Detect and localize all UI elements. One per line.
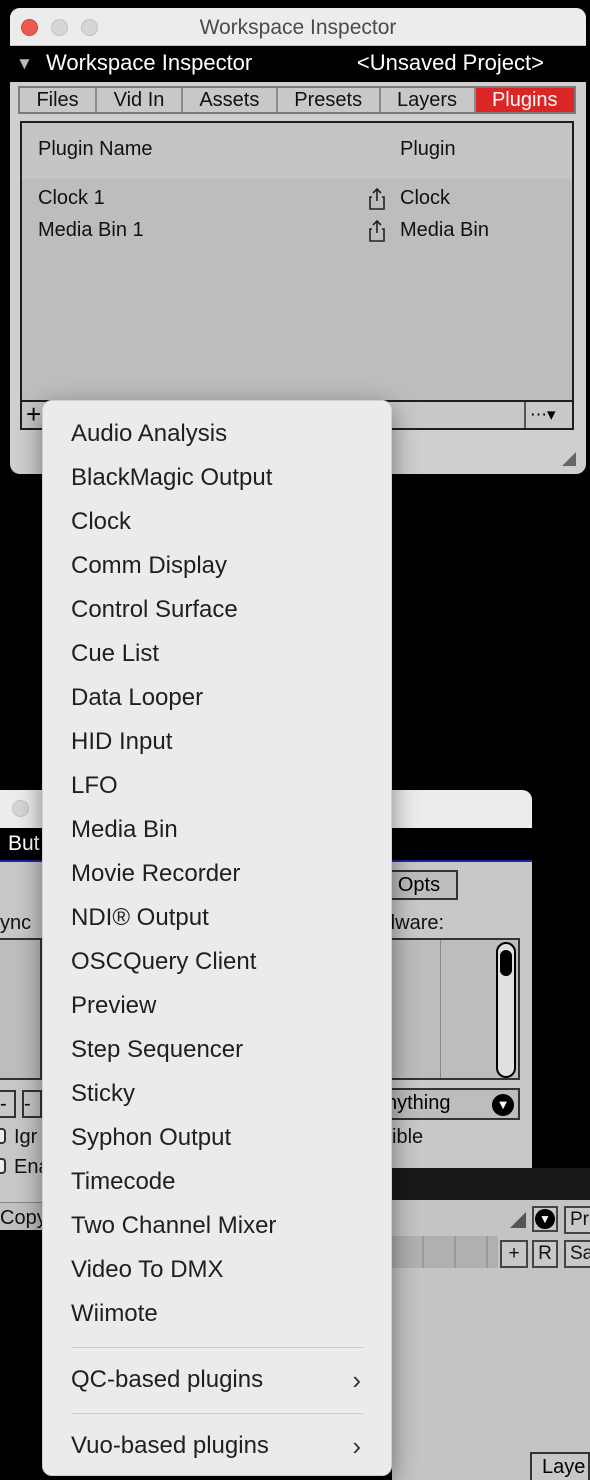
hardware-list[interactable]: [380, 938, 520, 1080]
inspector-title: Workspace Inspector: [46, 50, 253, 75]
table-header: Plugin Name Plugin: [22, 123, 572, 179]
plugin-rows: Clock 1 Clock Media Bin 1 Media Bin: [22, 179, 572, 247]
menu-item-preview[interactable]: Preview: [43, 984, 391, 1028]
table-row[interactable]: Media Bin 1 Media Bin: [22, 215, 572, 247]
resize-grip-icon[interactable]: [562, 452, 576, 466]
bottom-cells: [392, 1236, 498, 1268]
ignore-checkbox[interactable]: [0, 1128, 6, 1144]
ignore-label: Igr: [14, 1126, 38, 1148]
menu-item-hid-input[interactable]: HID Input: [43, 720, 391, 764]
bottom-right-window: [392, 1168, 590, 1480]
menu-item-sticky[interactable]: Sticky: [43, 1072, 391, 1116]
menu-item-ndi-output[interactable]: NDI® Output: [43, 896, 391, 940]
chevron-right-icon: ›: [352, 1431, 361, 1461]
menu-item-movie-recorder[interactable]: Movie Recorder: [43, 852, 391, 896]
bottom-dropdown[interactable]: ▼: [532, 1206, 558, 1232]
copy-button[interactable]: Copy: [0, 1207, 47, 1230]
hardware-label: dware:: [384, 912, 445, 934]
tab-assets[interactable]: Assets: [183, 88, 278, 112]
menu-separator: [71, 1347, 363, 1348]
disclosure-triangle-icon[interactable]: ▼: [16, 54, 33, 74]
menu-separator: [71, 1413, 363, 1414]
menu-item-wiimote[interactable]: Wiimote: [43, 1292, 391, 1336]
hardware-list-divider: [440, 940, 441, 1078]
menu-item-step-sequencer[interactable]: Step Sequencer: [43, 1028, 391, 1072]
pr-button[interactable]: Pr: [564, 1206, 590, 1234]
menu-item-two-channel-mixer[interactable]: Two Channel Mixer: [43, 1204, 391, 1248]
window-titlebar: Workspace Inspector: [10, 8, 586, 46]
sync-list[interactable]: [0, 938, 42, 1080]
back-window-title: But: [8, 832, 40, 855]
menu-item-clock[interactable]: Clock: [43, 500, 391, 544]
menu-item-qc-based-plugins[interactable]: QC-based plugins ›: [43, 1358, 391, 1402]
minus-button-2[interactable]: -: [22, 1090, 42, 1118]
r-button[interactable]: R: [532, 1240, 558, 1268]
menu-item-video-to-dmx[interactable]: Video To DMX: [43, 1248, 391, 1292]
add-plugin-menu: Audio Analysis BlackMagic Output Clock C…: [42, 400, 392, 1476]
share-icon[interactable]: [368, 219, 386, 243]
menu-item-blackmagic-output[interactable]: BlackMagic Output: [43, 456, 391, 500]
chevron-down-icon: ▼: [492, 1094, 514, 1116]
share-icon[interactable]: [368, 187, 386, 211]
back-window-close-button[interactable]: [12, 800, 29, 817]
plugin-instance-name: Media Bin 1: [38, 219, 144, 241]
tab-plugins[interactable]: Plugins: [475, 88, 575, 112]
project-name: <Unsaved Project>: [356, 50, 544, 75]
resize-grip-icon[interactable]: [510, 1212, 526, 1228]
sync-label: ync: [0, 912, 32, 934]
tab-presets[interactable]: Presets: [278, 88, 381, 112]
menu-item-comm-display[interactable]: Comm Display: [43, 544, 391, 588]
chevron-right-icon: ›: [352, 1365, 361, 1395]
plugin-table: Plugin Name Plugin Clock 1 Clock Media B…: [20, 121, 574, 422]
submenu-label: QC-based plugins: [71, 1366, 264, 1393]
hardware-scrollbar[interactable]: [496, 942, 516, 1078]
tab-layers[interactable]: Layers: [381, 88, 476, 112]
window-title: Workspace Inspector: [199, 16, 397, 39]
filter-select[interactable]: nything ▼: [380, 1088, 520, 1120]
filter-select-value: nything: [386, 1092, 451, 1114]
plugin-instance-name: Clock 1: [38, 187, 105, 209]
plugin-type: Clock: [400, 187, 451, 209]
inspector-header-bar: ▼ Workspace Inspector <Unsaved Project>: [10, 46, 586, 82]
menu-item-syphon-output[interactable]: Syphon Output: [43, 1116, 391, 1160]
menu-item-cue-list[interactable]: Cue List: [43, 632, 391, 676]
menu-item-vuo-based-plugins[interactable]: Vuo-based plugins ›: [43, 1424, 391, 1468]
plugin-type: Media Bin: [400, 219, 489, 241]
hardware-scroll-thumb[interactable]: [500, 950, 512, 976]
minus-button-1[interactable]: -: [0, 1090, 16, 1118]
enable-checkbox[interactable]: [0, 1158, 6, 1174]
chevron-down-icon: ▼: [535, 1209, 555, 1229]
menu-item-list: Audio Analysis BlackMagic Output Clock C…: [43, 412, 391, 1468]
inspector-tabs: Files Vid In Assets Presets Layers Plugi…: [18, 86, 576, 114]
menu-item-timecode[interactable]: Timecode: [43, 1160, 391, 1204]
sa-button[interactable]: Sa: [564, 1240, 590, 1268]
submenu-label: Vuo-based plugins: [71, 1432, 269, 1459]
tab-vid-in[interactable]: Vid In: [97, 88, 183, 112]
menu-item-control-surface[interactable]: Control Surface: [43, 588, 391, 632]
menu-item-lfo[interactable]: LFO: [43, 764, 391, 808]
menu-item-oscquery-client[interactable]: OSCQuery Client: [43, 940, 391, 984]
options-menu-button[interactable]: ⋯▾: [524, 402, 572, 428]
layer-tab[interactable]: Laye: [530, 1452, 590, 1480]
tab-files[interactable]: Files: [20, 88, 98, 112]
add-button[interactable]: +: [500, 1240, 528, 1268]
menu-item-media-bin[interactable]: Media Bin: [43, 808, 391, 852]
menu-item-data-looper[interactable]: Data Looper: [43, 676, 391, 720]
column-header-plugin-name[interactable]: Plugin Name: [38, 138, 153, 161]
table-row[interactable]: Clock 1 Clock: [22, 183, 572, 215]
menu-item-audio-analysis[interactable]: Audio Analysis: [43, 412, 391, 456]
column-header-plugin[interactable]: Plugin: [400, 138, 456, 161]
